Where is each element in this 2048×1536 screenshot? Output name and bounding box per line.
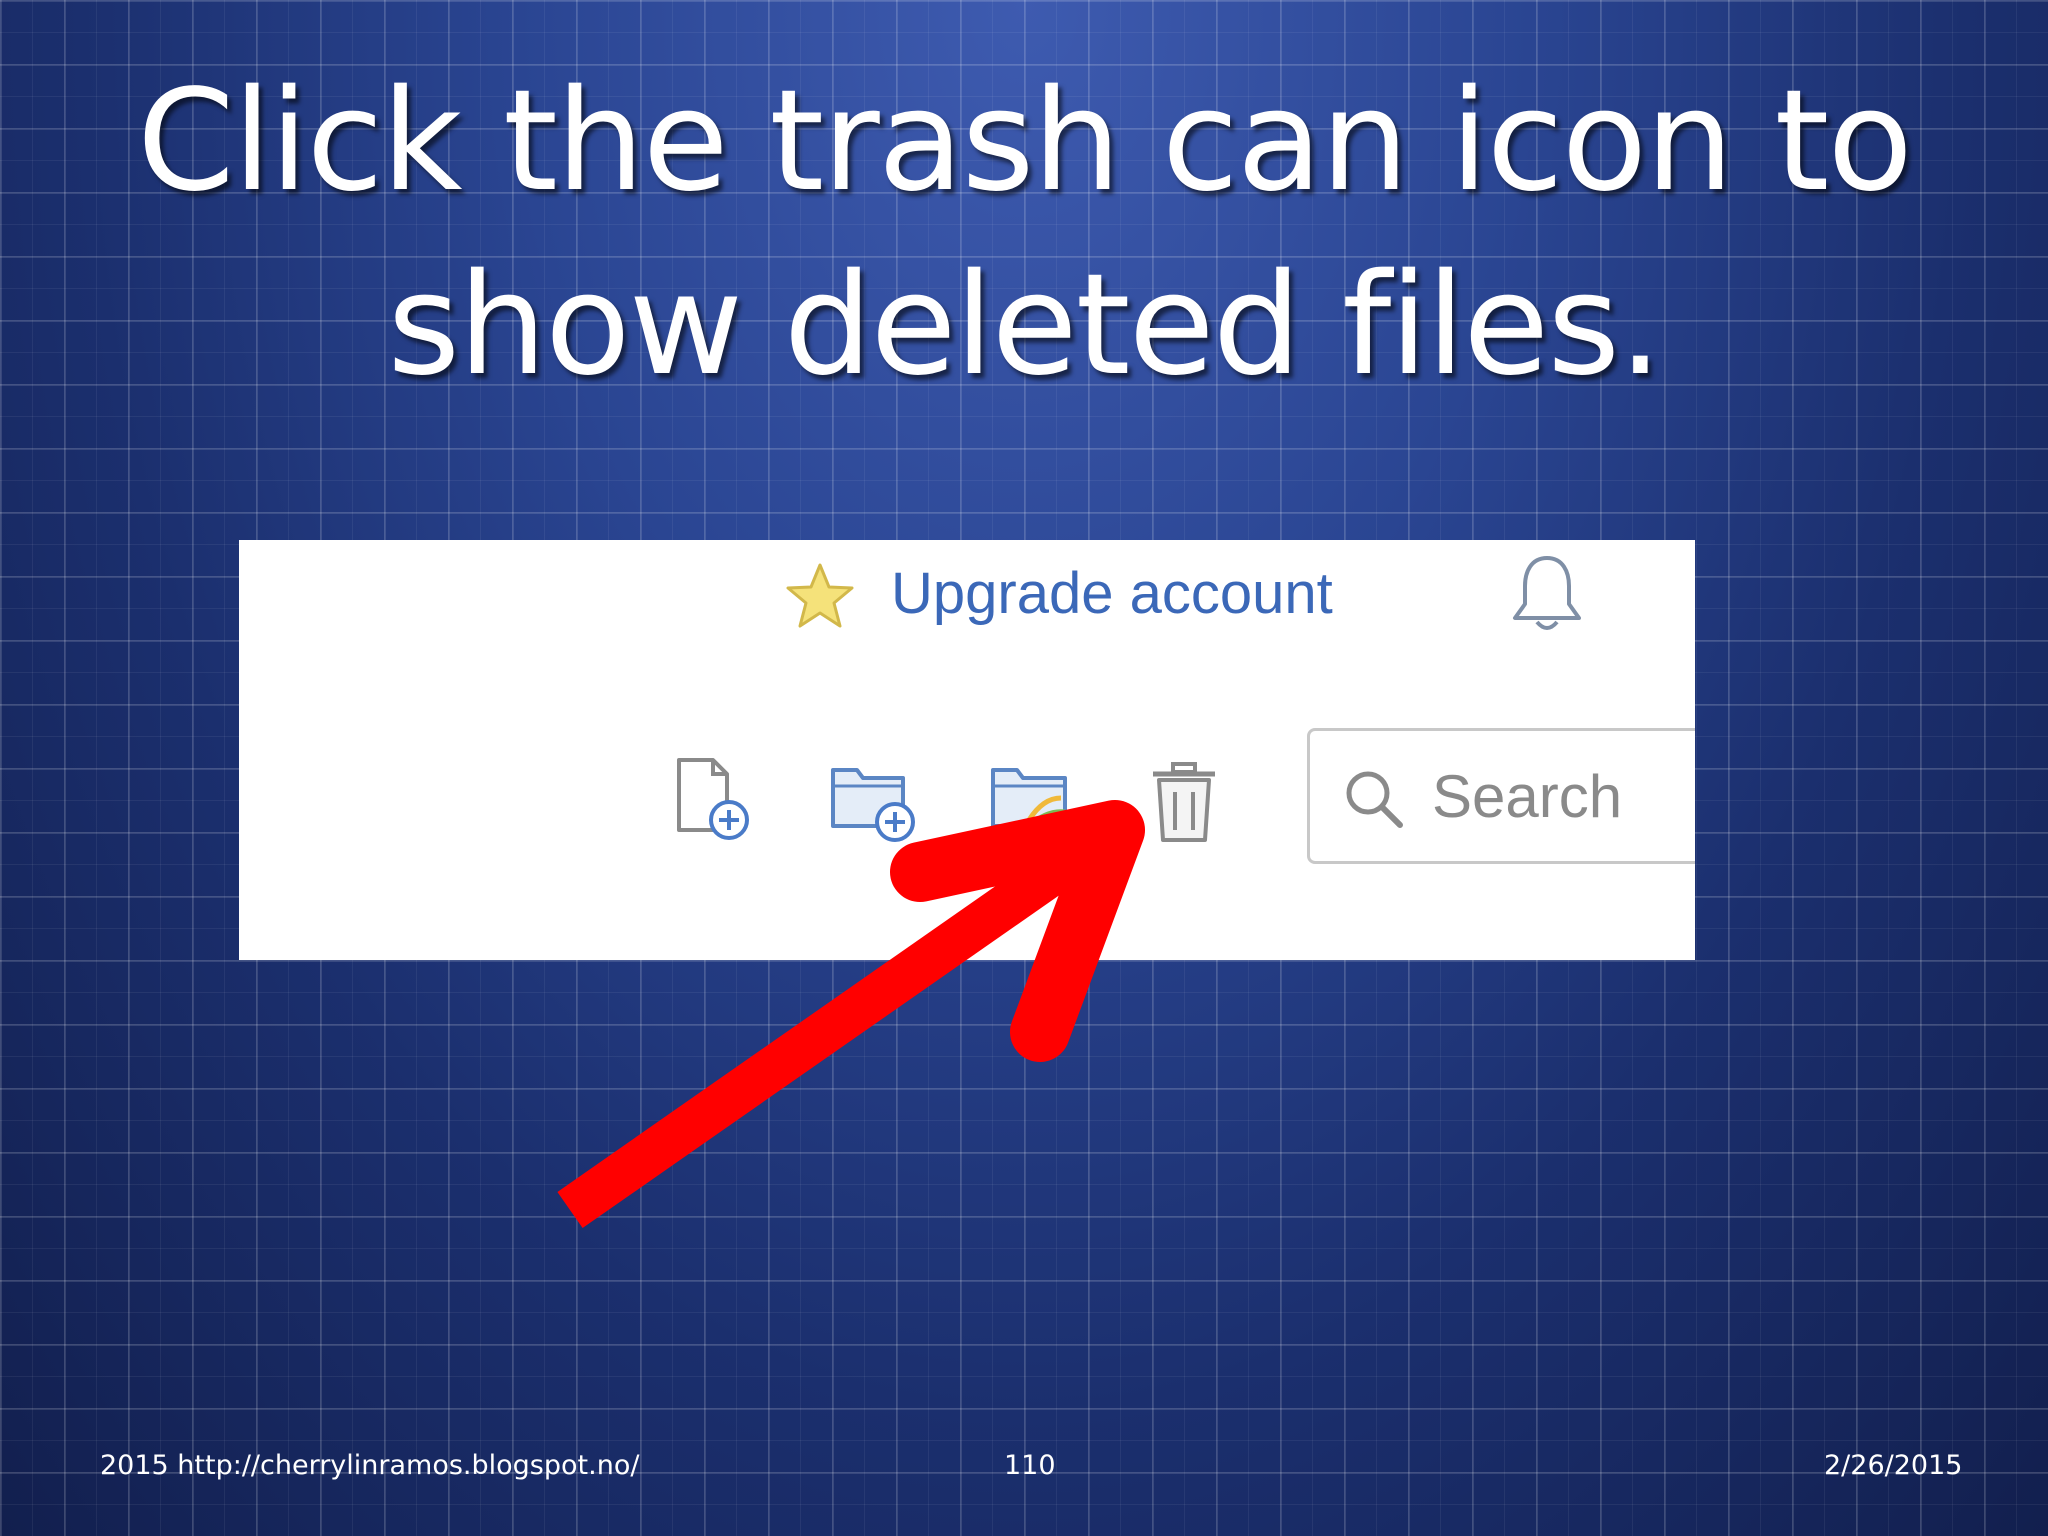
bell-icon[interactable]	[1509, 552, 1585, 636]
search-placeholder: Search	[1432, 763, 1623, 830]
slide-title-line-2: show deleted files.	[387, 244, 1662, 407]
search-icon	[1346, 771, 1403, 828]
slide-title: Click the trash can icon to show deleted…	[0, 50, 2048, 418]
footer-date: 2/26/2015	[1824, 1450, 1963, 1481]
footer-source: 2015 http://cherrylinramos.blogspot.no/	[100, 1450, 640, 1481]
red-arrow-annotation	[557, 800, 1145, 1229]
star-icon	[786, 563, 854, 628]
slide-title-line-1: Click the trash can icon to	[136, 60, 1913, 223]
upgrade-account-link[interactable]: Upgrade account	[891, 558, 1333, 630]
footer-page-number: 110	[1004, 1450, 1056, 1481]
search-input[interactable]: Search	[1307, 728, 1695, 864]
